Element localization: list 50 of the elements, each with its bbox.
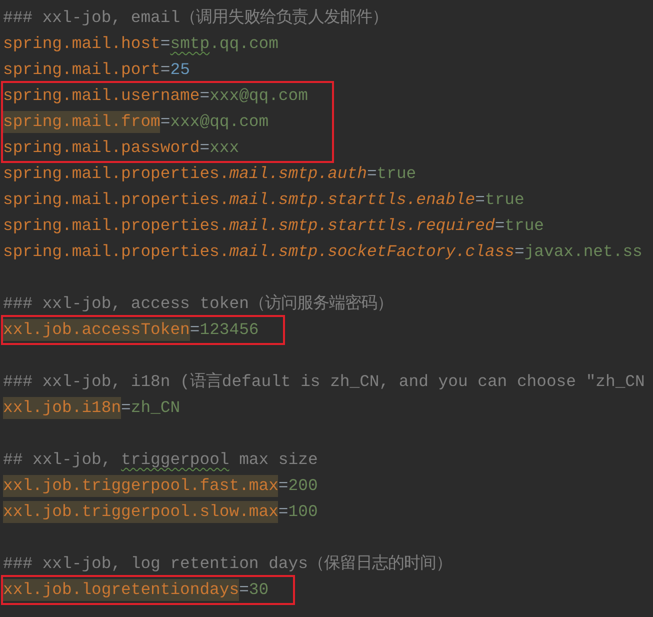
code-comment: ### xxl-job, log retention days（保留日志的时间） (3, 553, 452, 575)
equals-sign: = (475, 189, 485, 211)
property-value: zh_CN (130, 397, 180, 419)
property-key: xxl.job.logretentiondays (3, 579, 240, 601)
equals-sign: = (190, 319, 200, 341)
property-key: xxl.job.i18n (3, 397, 122, 419)
equals-sign: = (494, 215, 505, 237)
property-value: true (504, 215, 544, 237)
equals-sign: = (160, 59, 170, 81)
equals-sign: = (200, 137, 210, 159)
property-key: xxl.job.triggerpool.slow.max (3, 501, 278, 523)
equals-sign: = (239, 579, 249, 601)
equals-sign: = (200, 85, 210, 107)
property-value: 100 (288, 501, 318, 523)
property-value: smtp (170, 33, 210, 55)
equals-sign: = (160, 111, 170, 133)
property-value: xxx (210, 137, 240, 159)
property-value: javax.net.ss (524, 241, 642, 263)
property-key: spring.mail.properties.mail.smtp.starttls.enable (3, 189, 476, 211)
property-key: spring.mail.port (3, 59, 160, 81)
property-key: spring.mail.host (3, 33, 160, 55)
property-key: xxl.job.triggerpool.fast.max (3, 475, 278, 497)
number-value: 25 (170, 59, 190, 81)
equals-sign: = (160, 33, 170, 55)
code-comment: ### xxl-job, i18n (语言default is zh_CN, and you can choose "zh_CN (3, 371, 645, 393)
property-key: spring.mail.password (3, 137, 200, 159)
property-value: xxx@qq.com (170, 111, 269, 133)
property-key: spring.mail.properties.mail.smtp.auth (3, 163, 367, 185)
code-comment: ## xxl-job, (3, 449, 112, 471)
property-value: 30 (248, 579, 269, 601)
property-value: 123456 (200, 319, 259, 341)
property-value: .qq.com (210, 33, 278, 55)
equals-sign: = (514, 241, 524, 263)
property-key: spring.mail.from (3, 111, 160, 133)
property-value: 200 (288, 475, 318, 497)
property-value: true (484, 189, 524, 211)
equals-sign: = (278, 501, 288, 523)
code-comment: max size (238, 449, 318, 471)
property-key: xxl.job.accessToken (3, 319, 190, 341)
property-key: spring.mail.properties.mail.smtp.starttls.required (3, 215, 495, 237)
equals-sign: = (121, 397, 131, 419)
property-value: true (376, 163, 416, 185)
code-comment: ### xxl-job, email（调用失败给负责人发邮件） (3, 7, 388, 29)
property-key: spring.mail.username (3, 85, 200, 107)
equals-sign: = (278, 475, 288, 497)
property-value: xxx@qq.com (210, 85, 308, 107)
code-comment: ### xxl-job, access token（访问服务端密码） (3, 293, 393, 315)
equals-sign: = (366, 163, 377, 185)
code-comment: triggerpool (121, 449, 230, 471)
property-key: spring.mail.properties.mail.smtp.socketFactory.class (3, 241, 514, 263)
